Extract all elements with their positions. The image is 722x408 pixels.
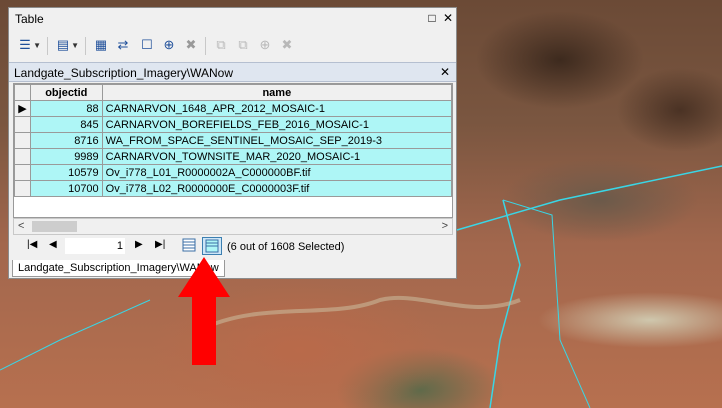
cell-name[interactable]: WA_FROM_SPACE_SENTINEL_MOSAIC_SEP_2019-3 <box>101 132 452 149</box>
selection-status: (6 out of 1608 Selected) <box>227 241 345 253</box>
layer-close-icon[interactable]: ✕ <box>440 65 450 79</box>
record-navigator: |◀ ◀ ▶ ▶| (6 out of 1608 Selected) <box>13 235 453 259</box>
cell-name[interactable]: CARNARVON_1648_APR_2012_MOSAIC-1 <box>101 100 452 117</box>
show-all-records-button[interactable] <box>180 237 200 255</box>
cell-objectid[interactable]: 10700 <box>29 180 103 197</box>
cell-name[interactable]: CARNARVON_BOREFIELDS_FEB_2016_MOSAIC-1 <box>101 116 452 133</box>
cell-name[interactable]: Ov_i778_L02_R0000000E_C0000003F.tif <box>101 180 452 197</box>
scroll-thumb[interactable] <box>32 221 77 232</box>
table-options-icon[interactable]: ☰ ▼ <box>17 37 41 53</box>
red-arrow-annotation <box>178 257 230 365</box>
paste-records-icon[interactable]: ⧉ <box>235 37 251 53</box>
record-number-input[interactable] <box>65 238 125 254</box>
row-selector[interactable] <box>14 164 31 181</box>
layer-title: Landgate_Subscription_Imagery\WANow <box>14 66 234 80</box>
scroll-left-icon[interactable]: < <box>18 220 24 232</box>
title-bar[interactable]: Table □ ✕ <box>9 8 456 30</box>
copy-records-icon[interactable]: ⧉ <box>213 37 229 53</box>
scroll-right-icon[interactable]: > <box>442 220 448 232</box>
window-title: Table <box>15 12 44 26</box>
table-row[interactable]: 8716 WA_FROM_SPACE_SENTINEL_MOSAIC_SEP_2… <box>14 132 452 149</box>
toolbar-separator <box>205 37 206 55</box>
first-record-icon[interactable]: |◀ <box>27 239 37 250</box>
row-selector[interactable] <box>14 132 31 149</box>
cell-objectid[interactable]: 10579 <box>29 164 103 181</box>
related-tables-icon[interactable]: ▤ ▼ <box>55 37 79 53</box>
table-row[interactable]: 10579 Ov_i778_L01_R0000002A_C000000BF.ti… <box>14 164 452 181</box>
selector-header[interactable] <box>14 84 31 101</box>
attribute-grid: objectid name ▶ 88 CARNARVON_1648_APR_20… <box>14 84 452 197</box>
table-row[interactable]: 9989 CARNARVON_TOWNSITE_MAR_2020_MOSAIC-… <box>14 148 452 165</box>
restore-button[interactable]: □ <box>425 11 439 25</box>
chevron-down-icon: ▼ <box>71 41 79 50</box>
toolbar-separator <box>47 37 48 55</box>
table-window: Table □ ✕ ☰ ▼ ▤ ▼ ▦ ⇄ ☐ ⊕ ✖ ⧉ ⧉ ⊕ ✖ Landga… <box>8 7 457 279</box>
last-record-icon[interactable]: ▶| <box>155 239 165 250</box>
table-tab-bar: Landgate_Subscription_Imagery\WANow <box>9 260 456 278</box>
current-row-marker[interactable]: ▶ <box>14 100 31 117</box>
selected-records-icon <box>205 239 219 253</box>
column-header-name[interactable]: name <box>101 84 452 101</box>
attribute-table: objectid name ▶ 88 CARNARVON_1648_APR_20… <box>13 83 453 218</box>
zoom-to-selected-icon[interactable]: ⊕ <box>161 37 177 53</box>
cell-objectid[interactable]: 9989 <box>29 148 103 165</box>
cell-name[interactable]: Ov_i778_L01_R0000002A_C000000BF.tif <box>101 164 452 181</box>
layer-header: Landgate_Subscription_Imagery\WANow ✕ <box>9 62 456 82</box>
switch-selection-icon[interactable]: ⇄ <box>115 37 131 53</box>
row-selector[interactable] <box>14 148 31 165</box>
select-by-attributes-icon[interactable]: ▦ <box>93 37 109 53</box>
table-toolbar: ☰ ▼ ▤ ▼ ▦ ⇄ ☐ ⊕ ✖ ⧉ ⧉ ⊕ ✖ <box>9 31 456 61</box>
cell-name[interactable]: CARNARVON_TOWNSITE_MAR_2020_MOSAIC-1 <box>101 148 452 165</box>
cell-objectid[interactable]: 845 <box>29 116 103 133</box>
delete-selected-icon[interactable]: ✖ <box>183 37 199 53</box>
delete-icon[interactable]: ✖ <box>279 37 295 53</box>
horizontal-scrollbar[interactable]: < > <box>13 218 453 235</box>
table-row[interactable]: 10700 Ov_i778_L02_R0000000E_C0000003F.ti… <box>14 180 452 197</box>
table-row[interactable]: 845 CARNARVON_BOREFIELDS_FEB_2016_MOSAIC… <box>14 116 452 133</box>
zoom-to-icon[interactable]: ⊕ <box>257 37 273 53</box>
show-selected-records-button[interactable] <box>202 237 222 255</box>
chevron-down-icon: ▼ <box>33 41 41 50</box>
previous-record-icon[interactable]: ◀ <box>49 239 57 250</box>
clear-selection-icon[interactable]: ☐ <box>139 37 155 53</box>
close-button[interactable]: ✕ <box>441 11 455 25</box>
cell-objectid[interactable]: 88 <box>29 100 103 117</box>
next-record-icon[interactable]: ▶ <box>135 239 143 250</box>
row-selector[interactable] <box>14 180 31 197</box>
table-row[interactable]: ▶ 88 CARNARVON_1648_APR_2012_MOSAIC-1 <box>14 100 452 117</box>
toolbar-separator <box>85 37 86 55</box>
row-selector[interactable] <box>14 116 31 133</box>
column-header-objectid[interactable]: objectid <box>29 84 103 101</box>
cell-objectid[interactable]: 8716 <box>29 132 103 149</box>
all-records-icon <box>182 238 196 252</box>
